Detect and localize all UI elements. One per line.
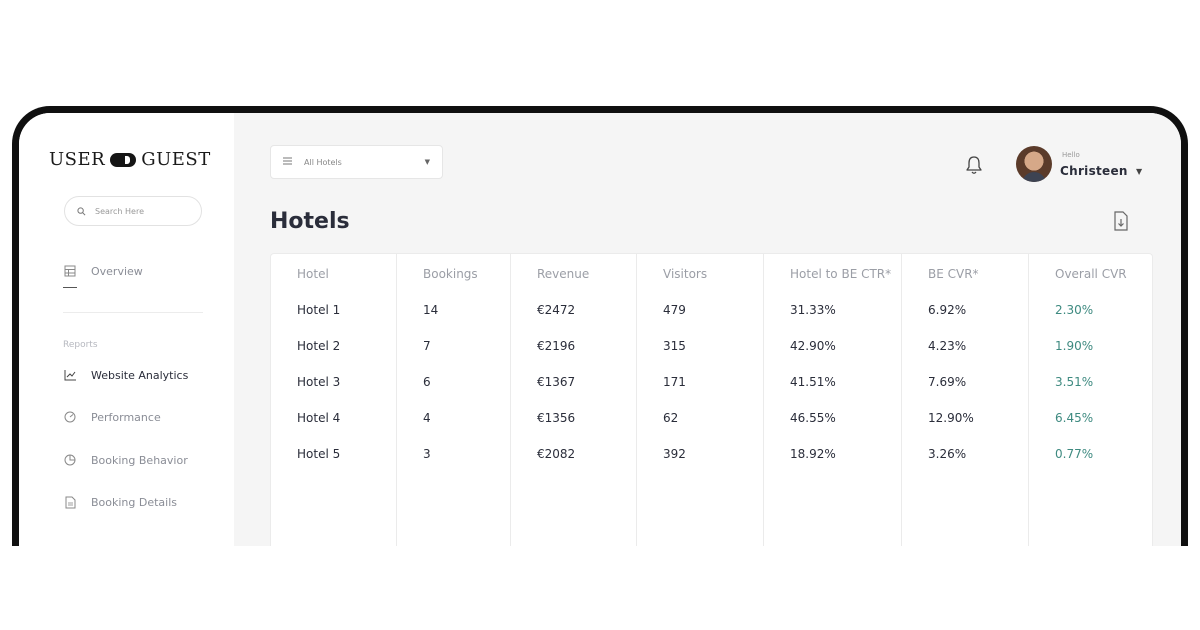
sidebar-divider <box>63 312 203 313</box>
table-column: Visitors 479 315 171 62 392 <box>637 254 764 546</box>
table-cell: 2.30% <box>1055 303 1094 317</box>
table-cell[interactable]: Hotel 1 <box>297 303 340 317</box>
table-cell: 6.45% <box>1055 411 1094 425</box>
table-cell: €1367 <box>537 375 576 389</box>
sidebar-item-booking-details[interactable]: Booking Details <box>63 495 177 509</box>
table-cell: 42.90% <box>790 339 836 353</box>
table-column: Bookings 14 7 6 4 3 <box>397 254 511 546</box>
table-cell: 12.90% <box>928 411 974 425</box>
table-cell: 0.77% <box>1055 447 1094 461</box>
table-cell: 18.92% <box>790 447 836 461</box>
table-cell: 62 <box>663 411 679 425</box>
table-column: Hotel Hotel 1 Hotel 2 Hotel 3 Hotel 4 Hotel 5 <box>271 254 397 546</box>
search-input[interactable] <box>95 206 185 216</box>
table-cell: 6.92% <box>928 303 967 317</box>
search-box[interactable] <box>64 196 202 226</box>
table-cell: €2196 <box>537 339 576 353</box>
table-cell: 1.90% <box>1055 339 1094 353</box>
search-icon <box>77 206 86 215</box>
table-cell: 46.55% <box>790 411 836 425</box>
greeting-text: Hello <box>1062 151 1080 159</box>
table-cell: 3 <box>423 447 431 461</box>
page-title: Hotels <box>270 209 350 234</box>
main-content: All Hotels ▼ Hello Christeen ▼ Hotels Ho… <box>234 113 1181 546</box>
table-cell: €2082 <box>537 447 576 461</box>
pie-chart-icon <box>63 453 77 467</box>
hotel-filter-value: All Hotels <box>304 157 342 167</box>
grid-icon <box>63 264 77 278</box>
sidebar-item-booking-behavior[interactable]: Booking Behavior <box>63 453 188 467</box>
table-cell[interactable]: Hotel 3 <box>297 375 340 389</box>
table-cell: 41.51% <box>790 375 836 389</box>
hotel-filter-dropdown[interactable]: All Hotels ▼ <box>270 145 443 179</box>
brand-right: GUEST <box>141 149 211 170</box>
table-cell[interactable]: Hotel 5 <box>297 447 340 461</box>
sidebar-item-website-analytics[interactable]: Website Analytics <box>63 368 188 382</box>
column-header[interactable]: Bookings <box>423 267 478 281</box>
device-frame: USER GUEST Overview <box>12 106 1188 546</box>
table-cell: 4 <box>423 411 431 425</box>
user-menu-caret-icon[interactable]: ▼ <box>1136 167 1142 176</box>
sidebar-item-label: Performance <box>91 410 161 424</box>
table-cell: 7 <box>423 339 431 353</box>
column-header[interactable]: Hotel to BE CTR* <box>790 267 891 281</box>
table-cell: 315 <box>663 339 686 353</box>
column-header[interactable]: BE CVR* <box>928 267 979 281</box>
table-cell: 6 <box>423 375 431 389</box>
column-header[interactable]: Revenue <box>537 267 589 281</box>
sidebar: USER GUEST Overview <box>19 113 234 546</box>
table-cell: 31.33% <box>790 303 836 317</box>
gauge-icon <box>63 410 77 424</box>
table-cell: 171 <box>663 375 686 389</box>
table-cell: 4.23% <box>928 339 967 353</box>
column-header[interactable]: Overall CVR <box>1055 267 1127 281</box>
table-cell: 3.51% <box>1055 375 1094 389</box>
line-chart-icon <box>63 368 77 382</box>
table-cell: €1356 <box>537 411 576 425</box>
sidebar-item-label: Booking Behavior <box>91 453 188 467</box>
section-label-reports: Reports <box>63 340 98 350</box>
table-cell: 392 <box>663 447 686 461</box>
table-cell: 7.69% <box>928 375 967 389</box>
chevron-down-icon: ▼ <box>424 158 430 166</box>
bell-icon[interactable] <box>965 155 983 179</box>
table-column: BE CVR* 6.92% 4.23% 7.69% 12.90% 3.26% <box>902 254 1029 546</box>
sidebar-item-label: Booking Details <box>91 495 178 509</box>
table-cell[interactable]: Hotel 4 <box>297 411 340 425</box>
list-icon <box>283 157 292 167</box>
user-name[interactable]: Christeen <box>1060 164 1128 178</box>
active-indicator <box>63 287 77 288</box>
sidebar-item-label: Overview <box>91 264 143 278</box>
export-file-icon[interactable] <box>1113 211 1129 235</box>
avatar[interactable] <box>1016 146 1052 182</box>
sidebar-item-overview[interactable]: Overview <box>63 264 143 278</box>
document-icon <box>63 495 77 509</box>
brand-logo[interactable]: USER GUEST <box>49 149 211 170</box>
table-cell[interactable]: Hotel 2 <box>297 339 340 353</box>
sidebar-item-performance[interactable]: Performance <box>63 410 161 424</box>
table-cell: 3.26% <box>928 447 967 461</box>
brand-left: USER <box>49 149 106 170</box>
table-cell: 14 <box>423 303 439 317</box>
table-cell: €2472 <box>537 303 576 317</box>
table-cell: 479 <box>663 303 686 317</box>
table-column: Hotel to BE CTR* 31.33% 42.90% 41.51% 46.55%… <box>764 254 902 546</box>
sidebar-item-label: Website Analytics <box>91 368 189 382</box>
table-column: Overall CVR 2.30% 1.90% 3.51% 6.45% 0.77% <box>1029 254 1152 546</box>
logo-mark-icon <box>110 152 137 167</box>
table-column: Revenue €2472 €2196 €1367 €1356 €2082 <box>511 254 637 546</box>
column-header[interactable]: Hotel <box>297 267 329 281</box>
hotels-table: Hotel Hotel 1 Hotel 2 Hotel 3 Hotel 4 Hotel 5… <box>270 253 1153 546</box>
column-header[interactable]: Visitors <box>663 267 707 281</box>
